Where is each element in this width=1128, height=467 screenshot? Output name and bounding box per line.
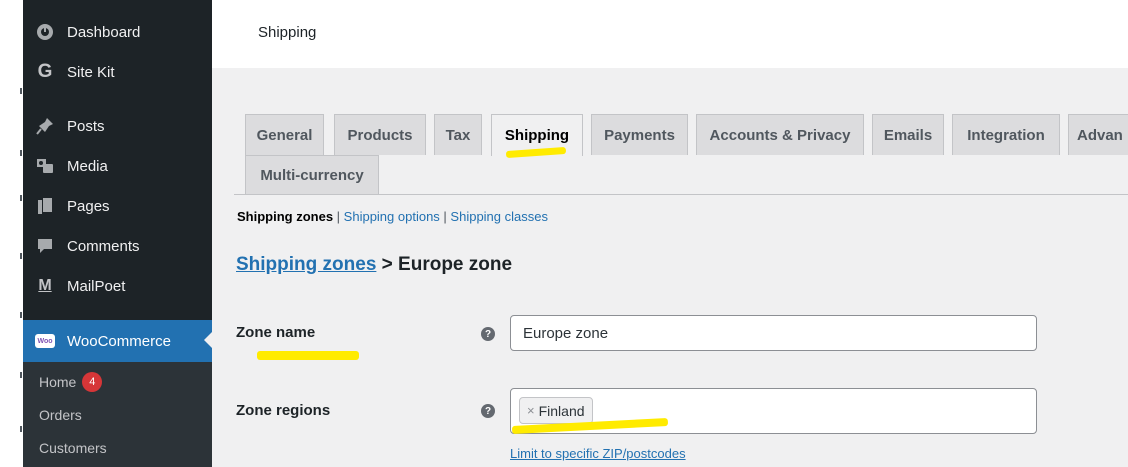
zone-name-label: Zone name bbox=[236, 324, 316, 341]
remove-token-icon[interactable]: × bbox=[527, 403, 535, 418]
subnav-shipping-zones[interactable]: Shipping zones bbox=[237, 209, 333, 224]
highlight-mark bbox=[257, 351, 359, 360]
submenu-item-label: Orders bbox=[39, 407, 82, 423]
breadcrumb: Shipping zones > Europe zone bbox=[236, 254, 512, 276]
tab-tax[interactable]: Tax bbox=[434, 114, 482, 155]
submenu-item-home[interactable]: Home 4 bbox=[39, 372, 103, 392]
submenu-item-customers[interactable]: Customers bbox=[39, 440, 107, 456]
submenu-item-label: Home bbox=[39, 374, 77, 390]
limit-zip-postcodes-link[interactable]: Limit to specific ZIP/postcodes bbox=[510, 446, 686, 461]
pin-icon bbox=[23, 116, 67, 136]
edge-mark bbox=[20, 195, 22, 201]
breadcrumb-shipping-zones-link[interactable]: Shipping zones bbox=[236, 254, 376, 275]
woo-badge: Woo bbox=[35, 334, 55, 348]
tab-general[interactable]: General bbox=[245, 114, 324, 155]
tabs-divider bbox=[234, 194, 1128, 195]
submenu-item-label: Customers bbox=[39, 440, 107, 456]
tab-multi-currency[interactable]: Multi-currency bbox=[245, 155, 379, 195]
left-edge-strip bbox=[0, 0, 23, 467]
notification-count-badge: 4 bbox=[82, 372, 103, 392]
submenu-item-orders[interactable]: Orders bbox=[39, 407, 82, 423]
sidebar-item-label: Posts bbox=[67, 117, 105, 135]
woo-icon: Woo bbox=[23, 334, 67, 348]
sidebar-item-pages[interactable]: Pages bbox=[23, 186, 212, 226]
sidebar-item-label: Pages bbox=[67, 197, 110, 215]
sidebar-item-label: Dashboard bbox=[67, 23, 141, 41]
help-icon[interactable]: ? bbox=[481, 404, 495, 418]
tab-payments[interactable]: Payments bbox=[591, 114, 688, 155]
sidebar-item-dashboard[interactable]: Dashboard bbox=[23, 12, 212, 52]
edge-mark bbox=[20, 426, 22, 432]
shipping-subnav: Shipping zones | Shipping options | Ship… bbox=[237, 209, 548, 224]
sidebar-item-comments[interactable]: Comments bbox=[23, 226, 212, 266]
sidebar-item-label: Media bbox=[67, 157, 108, 175]
edge-mark bbox=[20, 88, 22, 94]
tab-products[interactable]: Products bbox=[334, 114, 426, 155]
edge-mark bbox=[20, 312, 22, 318]
media-icon bbox=[23, 156, 67, 176]
subnav-shipping-classes[interactable]: Shipping classes bbox=[450, 209, 548, 224]
sidebar-item-site-kit[interactable]: G Site Kit bbox=[23, 52, 212, 92]
breadcrumb-current: Europe zone bbox=[398, 254, 513, 275]
edge-mark bbox=[20, 150, 22, 156]
page-title: Shipping bbox=[258, 24, 317, 41]
pages-icon bbox=[23, 196, 67, 216]
region-token-label: Finland bbox=[538, 402, 585, 419]
sidebar-item-media[interactable]: Media bbox=[23, 146, 212, 186]
active-menu-arrow bbox=[204, 332, 212, 348]
site-kit-g-icon: G bbox=[37, 61, 53, 82]
comments-icon bbox=[23, 236, 67, 256]
sidebar-item-label: Comments bbox=[67, 237, 140, 255]
subnav-shipping-options[interactable]: Shipping options bbox=[344, 209, 440, 224]
sidebar-item-label: MailPoet bbox=[67, 277, 126, 295]
mailpoet-icon: M bbox=[38, 277, 52, 294]
woocommerce-submenu: Home 4 Orders Customers bbox=[23, 362, 212, 467]
region-token-finland[interactable]: × Finland bbox=[519, 397, 593, 424]
tab-accounts-privacy[interactable]: Accounts & Privacy bbox=[696, 114, 864, 155]
page-header: Shipping bbox=[212, 0, 1128, 68]
sidebar-item-woocommerce[interactable]: Woo WooCommerce bbox=[23, 320, 212, 362]
help-icon[interactable]: ? bbox=[481, 327, 495, 341]
tab-advanced[interactable]: Advan bbox=[1068, 114, 1128, 155]
tab-emails[interactable]: Emails bbox=[872, 114, 944, 155]
admin-sidebar: Dashboard G Site Kit Posts Media Pages C… bbox=[23, 0, 212, 467]
breadcrumb-separator: > bbox=[376, 254, 399, 275]
dashboard-icon bbox=[23, 22, 67, 42]
sidebar-item-label: Site Kit bbox=[67, 63, 115, 81]
edge-mark bbox=[20, 372, 22, 378]
subnav-separator: | bbox=[439, 209, 451, 224]
subnav-separator: | bbox=[333, 209, 344, 224]
zone-regions-label: Zone regions bbox=[236, 402, 331, 419]
sidebar-item-label: WooCommerce bbox=[67, 332, 171, 350]
sidebar-item-mailpoet[interactable]: M MailPoet bbox=[23, 266, 212, 306]
sidebar-item-posts[interactable]: Posts bbox=[23, 106, 212, 146]
tab-integration[interactable]: Integration bbox=[952, 114, 1060, 155]
edge-mark bbox=[20, 253, 22, 259]
zone-name-input[interactable] bbox=[510, 315, 1037, 351]
